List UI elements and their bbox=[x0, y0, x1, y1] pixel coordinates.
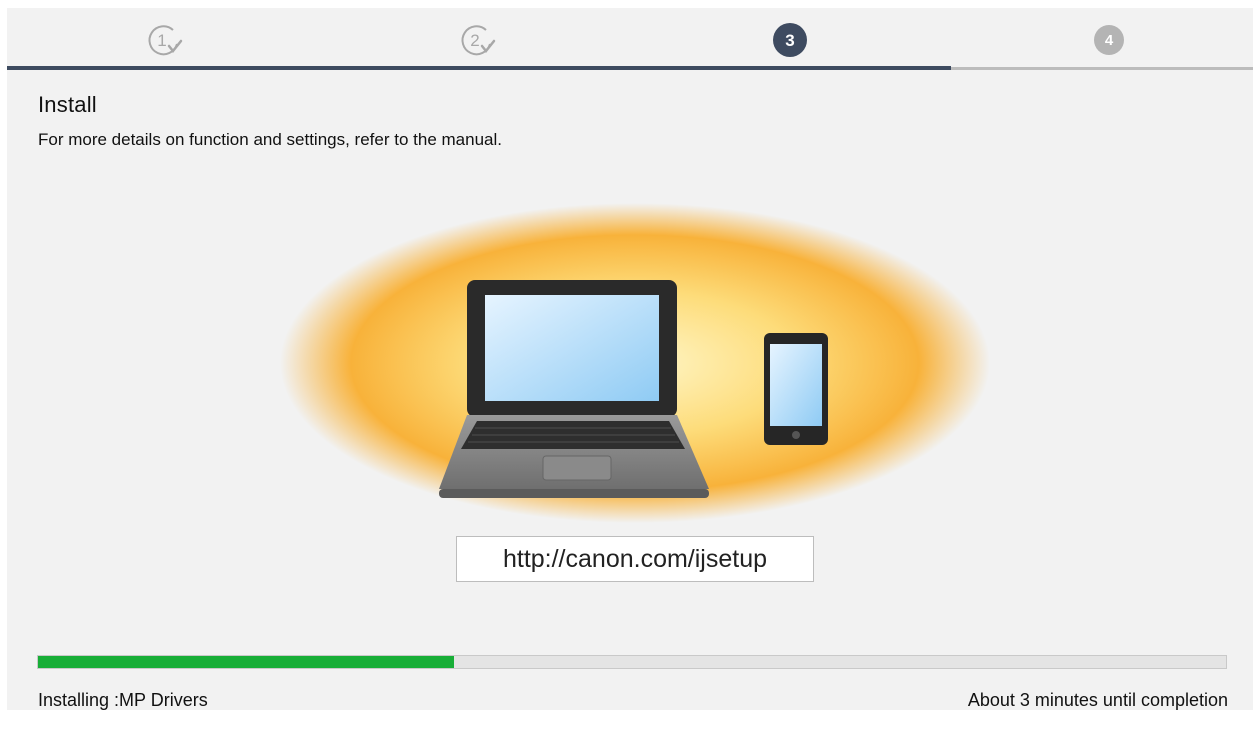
setup-url: http://canon.com/ijsetup bbox=[456, 536, 814, 582]
device-illustration bbox=[277, 203, 997, 528]
step-3-circle-icon: 3 bbox=[773, 23, 807, 57]
install-progress-fill bbox=[38, 656, 454, 668]
step-2-number: 2 bbox=[470, 31, 479, 50]
time-remaining-text: About 3 minutes until completion bbox=[967, 690, 1228, 710]
smartphone-icon bbox=[764, 333, 828, 445]
step-track-completed bbox=[7, 66, 951, 70]
step-2-completed: 2 bbox=[460, 22, 496, 58]
page-subtitle: For more details on function and setting… bbox=[38, 130, 502, 149]
step-1-check-icon: 1 bbox=[148, 25, 183, 56]
step-3-current: 3 bbox=[772, 22, 808, 58]
install-progress-bar bbox=[37, 655, 1227, 669]
step-2-check-icon: 2 bbox=[461, 25, 496, 56]
step-4-pending: 4 bbox=[1091, 22, 1127, 58]
step-3-number: 3 bbox=[785, 31, 794, 50]
step-1-completed: 1 bbox=[147, 22, 183, 58]
step-track-remaining bbox=[951, 67, 1253, 70]
step-4-number: 4 bbox=[1105, 32, 1114, 49]
install-status-text: Installing :MP Drivers bbox=[38, 690, 208, 710]
installer-panel: 1 2 3 4 Install For more details on func… bbox=[7, 8, 1253, 710]
step-1-number: 1 bbox=[157, 31, 166, 50]
laptop-icon bbox=[439, 280, 709, 498]
step-4-circle-icon: 4 bbox=[1094, 25, 1124, 55]
step-indicator: 1 2 3 4 bbox=[7, 8, 1253, 70]
page-title: Install bbox=[38, 92, 97, 117]
